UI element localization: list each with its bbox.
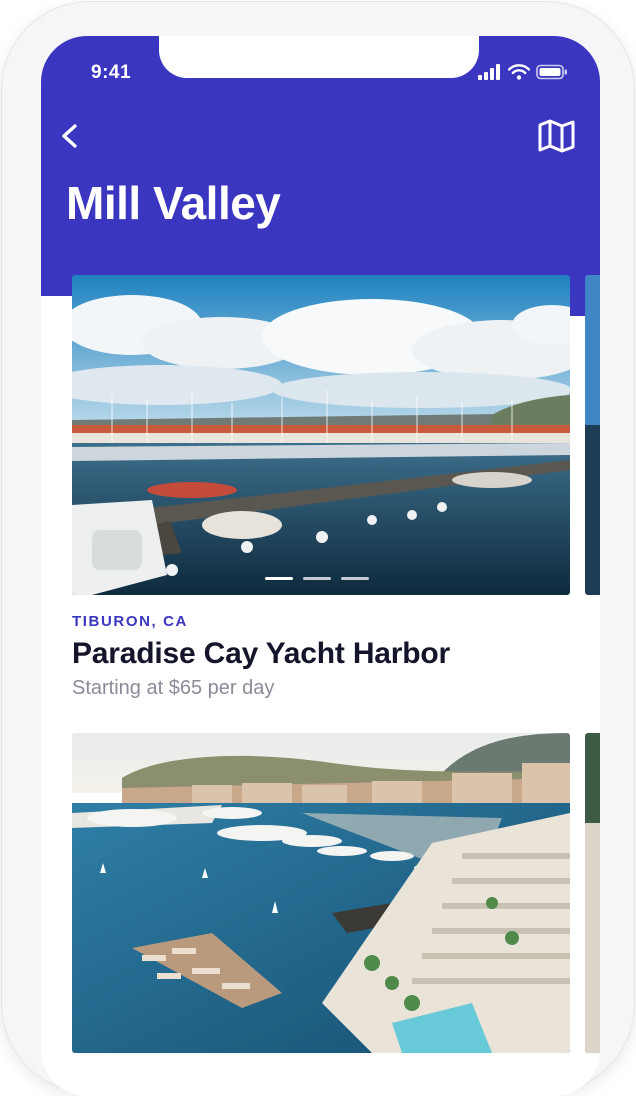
status-time: 9:41 xyxy=(91,62,132,83)
page-title: Mill Valley xyxy=(66,177,281,229)
pagination-dot[interactable] xyxy=(265,577,293,580)
next-listing-photo-peek-2[interactable] xyxy=(585,733,600,1053)
listing-photo-carousel[interactable] xyxy=(72,275,570,595)
marina-photo xyxy=(72,275,570,595)
status-icons xyxy=(478,64,568,80)
map-icon xyxy=(538,119,575,153)
next-photo-peek xyxy=(585,275,600,595)
back-button[interactable] xyxy=(51,114,91,158)
device-notch xyxy=(159,36,479,78)
next-photo-peek-2 xyxy=(585,733,600,1053)
app-screen: 9:41 Mill Valley TIBURON, CA Paradise Ca… xyxy=(41,36,600,1096)
map-button[interactable] xyxy=(535,114,579,158)
battery-icon xyxy=(536,64,567,80)
listing-price: Starting at $65 per day xyxy=(72,677,275,699)
harbor-photo xyxy=(72,733,570,1053)
listing-photo-carousel-2[interactable] xyxy=(72,733,570,1053)
wifi-icon xyxy=(508,64,530,80)
pagination-dot[interactable] xyxy=(303,577,331,580)
photo-pagination xyxy=(265,577,369,580)
listing-title[interactable]: Paradise Cay Yacht Harbor xyxy=(72,637,450,671)
pagination-dot[interactable] xyxy=(341,577,369,580)
chevron-left-icon xyxy=(62,124,77,148)
listing-location: TIBURON, CA xyxy=(72,613,188,630)
signal-icon xyxy=(478,64,500,80)
next-listing-photo-peek[interactable] xyxy=(585,275,600,595)
